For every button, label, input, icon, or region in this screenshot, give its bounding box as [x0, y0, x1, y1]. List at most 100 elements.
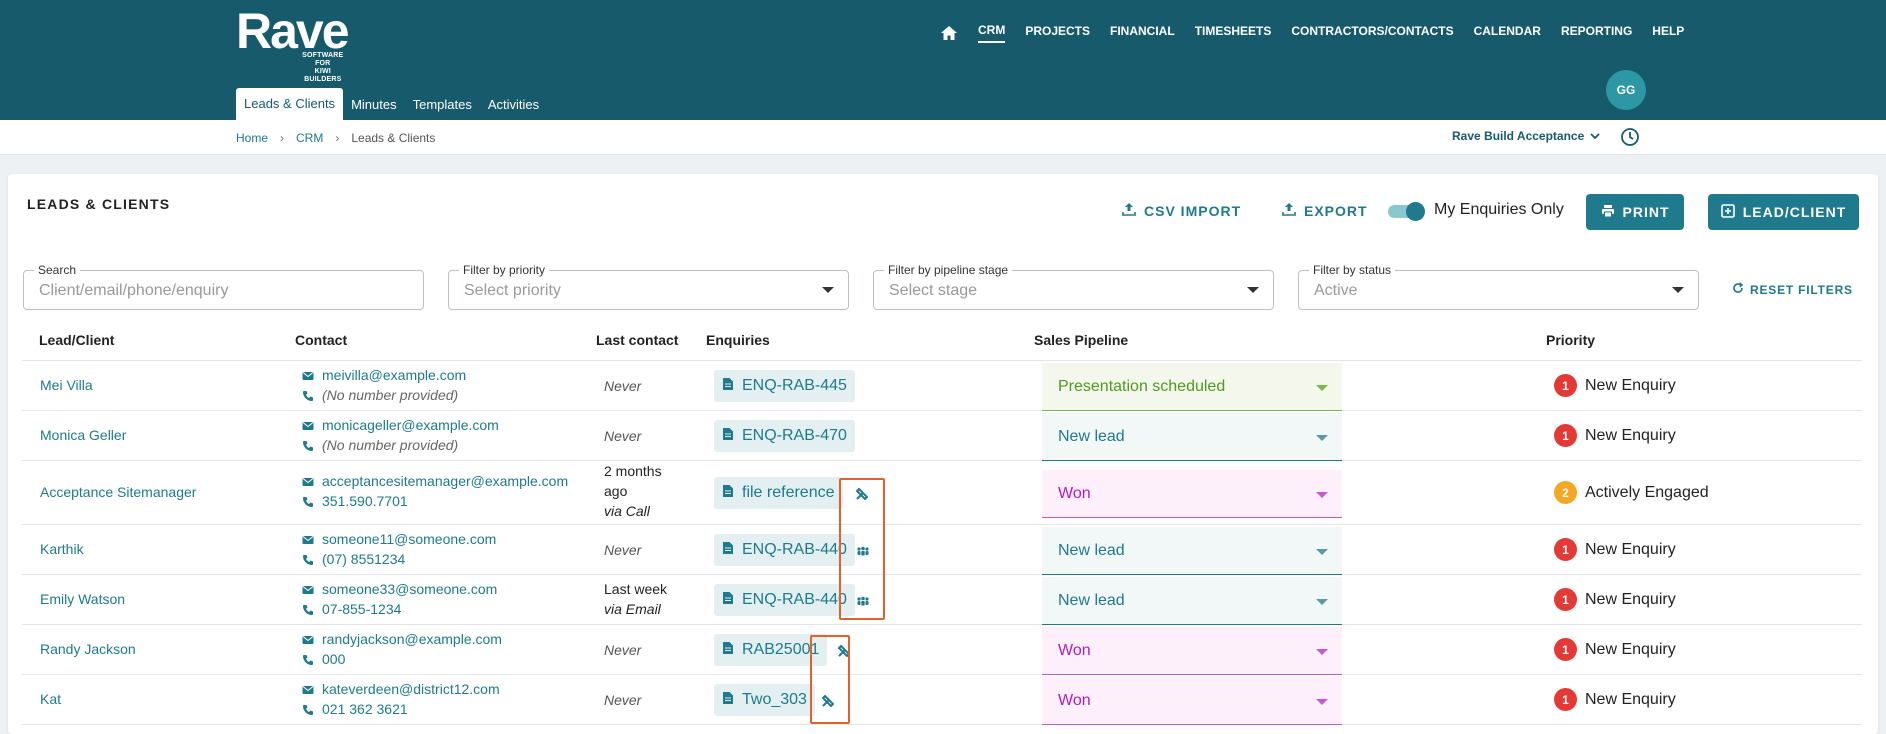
- search-input[interactable]: Search Client/email/phone/enquiry: [23, 263, 424, 310]
- last-contact-text: Last week: [604, 581, 668, 597]
- priority-cell: 2 Actively Engaged: [1554, 481, 1709, 504]
- nav-calendar[interactable]: CALENDAR: [1474, 24, 1541, 42]
- phone-number: (No number provided): [322, 387, 459, 403]
- home-icon[interactable]: [940, 25, 958, 41]
- enquiry-chip[interactable]: file reference: [714, 477, 843, 509]
- pipeline-value: New lead: [1058, 592, 1125, 609]
- nav-financial[interactable]: FINANCIAL: [1110, 24, 1175, 42]
- tab-templates[interactable]: Templates: [405, 90, 480, 120]
- client-name-link[interactable]: Kat: [40, 691, 61, 707]
- priority-filter-select[interactable]: Filter by priority Select priority: [448, 263, 849, 310]
- contact-cell: randyjackson@example.com 000: [302, 629, 502, 669]
- document-icon: [722, 641, 734, 660]
- nav-crm[interactable]: CRM: [978, 23, 1006, 43]
- nav-reporting[interactable]: REPORTING: [1561, 24, 1632, 42]
- email-icon: [302, 369, 314, 381]
- breadcrumb-separator: ›: [335, 131, 340, 145]
- user-avatar[interactable]: GG: [1606, 70, 1646, 110]
- email-link[interactable]: kateverdeen@district12.com: [322, 681, 500, 697]
- contact-cell: someone11@someone.com (07) 8551234: [302, 529, 496, 569]
- nav-projects[interactable]: PROJECTS: [1025, 24, 1090, 42]
- last-contact-text: Never: [604, 428, 642, 444]
- csv-import-button[interactable]: CSV IMPORT: [1122, 202, 1241, 219]
- sales-pipeline-select[interactable]: New lead: [1042, 577, 1342, 625]
- column-header-priority[interactable]: Priority: [1546, 332, 1595, 348]
- dropdown-arrow-icon: [1316, 599, 1328, 605]
- email-link[interactable]: meivilla@example.com: [322, 367, 466, 383]
- sales-pipeline-select[interactable]: New lead: [1042, 527, 1342, 575]
- email-icon: [302, 475, 314, 487]
- status-filter-select[interactable]: Filter by status Active: [1298, 263, 1699, 310]
- print-button[interactable]: PRINT: [1586, 194, 1684, 230]
- chevron-down-icon: [1590, 129, 1600, 143]
- column-header-lead-client[interactable]: Lead/Client: [39, 332, 114, 348]
- nav-contractors-contacts[interactable]: CONTRACTORS/CONTACTS: [1291, 24, 1453, 42]
- nav-timesheets[interactable]: TIMESHEETS: [1195, 24, 1272, 42]
- dropdown-arrow-icon: [1316, 649, 1328, 655]
- clock-icon[interactable]: [1620, 127, 1640, 147]
- column-header-sales-pipeline[interactable]: Sales Pipeline: [1034, 332, 1128, 348]
- my-enquiries-toggle[interactable]: [1386, 202, 1426, 221]
- email-link[interactable]: randyjackson@example.com: [322, 631, 502, 647]
- logo-tagline: SOFTWARE FOR KIWI BUILDERS: [302, 52, 344, 83]
- phone-number[interactable]: 351.590.7701: [322, 493, 408, 509]
- sales-pipeline-select[interactable]: New lead: [1042, 413, 1342, 461]
- pipeline-stage-filter-select[interactable]: Filter by pipeline stage Select stage: [873, 263, 1274, 310]
- sales-pipeline-select[interactable]: Won: [1042, 627, 1342, 675]
- email-link[interactable]: monicageller@example.com: [322, 417, 499, 433]
- tab-leads-clients[interactable]: Leads & Clients: [236, 88, 344, 120]
- nav-help[interactable]: HELP: [1652, 24, 1684, 42]
- breadcrumb-crm[interactable]: CRM: [296, 131, 323, 145]
- breadcrumb-current: Leads & Clients: [351, 131, 436, 145]
- last-contact-method: via Email: [604, 601, 661, 617]
- sales-pipeline-select[interactable]: Presentation scheduled: [1042, 363, 1342, 411]
- client-name-link[interactable]: Mei Villa: [40, 377, 93, 393]
- client-name-link[interactable]: Monica Geller: [40, 427, 126, 443]
- client-name-link[interactable]: Randy Jackson: [40, 641, 136, 657]
- last-contact-method: via Call: [604, 503, 650, 519]
- phone-icon: [302, 439, 314, 451]
- print-label: PRINT: [1622, 204, 1670, 220]
- sales-pipeline-select[interactable]: Won: [1042, 470, 1342, 518]
- add-lead-client-button[interactable]: LEAD/CLIENT: [1708, 194, 1859, 230]
- breadcrumb-separator: ›: [280, 131, 285, 145]
- column-header-enquiries[interactable]: Enquiries: [706, 332, 770, 348]
- enquiry-chip[interactable]: ENQ-RAB-445: [714, 370, 855, 402]
- tab-activities[interactable]: Activities: [480, 90, 547, 120]
- email-link[interactable]: acceptancesitemanager@example.com: [322, 473, 568, 489]
- phone-number[interactable]: (07) 8551234: [322, 551, 405, 567]
- enquiry-chip[interactable]: ENQ-RAB-440: [714, 584, 855, 616]
- sales-pipeline-select[interactable]: Won: [1042, 677, 1342, 725]
- email-link[interactable]: someone11@someone.com: [322, 531, 496, 547]
- column-header-last-contact[interactable]: Last contact: [596, 332, 678, 348]
- logo-wordmark: Rave: [236, 3, 350, 59]
- client-name-link[interactable]: Emily Watson: [40, 591, 125, 607]
- contact-cell: monicageller@example.com (No number prov…: [302, 415, 499, 455]
- priority-badge: 1: [1554, 638, 1577, 661]
- email-icon: [302, 633, 314, 645]
- priority-badge: 1: [1554, 424, 1577, 447]
- phone-number[interactable]: 021 362 3621: [322, 701, 408, 717]
- email-link[interactable]: someone33@someone.com: [322, 581, 497, 597]
- export-button[interactable]: EXPORT: [1282, 202, 1368, 219]
- client-name-link[interactable]: Karthik: [40, 541, 84, 557]
- phone-number[interactable]: 07-855-1234: [322, 601, 401, 617]
- enquiry-number: Two_303: [742, 691, 807, 708]
- enquiry-number: ENQ-RAB-470: [742, 427, 847, 444]
- column-header-contact[interactable]: Contact: [295, 332, 347, 348]
- enquiry-chip[interactable]: Two_303: [714, 684, 815, 716]
- enquiry-chip[interactable]: ENQ-RAB-440: [714, 534, 855, 566]
- rave-logo[interactable]: Rave SOFTWARE FOR KIWI BUILDERS: [236, 3, 350, 83]
- priority-badge: 2: [1554, 481, 1577, 504]
- priority-badge: 1: [1554, 374, 1577, 397]
- reset-filters-button[interactable]: RESET FILTERS: [1732, 282, 1853, 297]
- client-name-link[interactable]: Acceptance Sitemanager: [40, 484, 196, 500]
- tab-minutes[interactable]: Minutes: [343, 90, 405, 120]
- last-contact-text: 2 months ago: [604, 463, 662, 499]
- enquiry-chip[interactable]: ENQ-RAB-470: [714, 420, 855, 452]
- breadcrumb-home[interactable]: Home: [236, 131, 268, 145]
- printer-icon: [1601, 204, 1615, 221]
- organization-selector[interactable]: Rave Build Acceptance: [1452, 129, 1600, 143]
- phone-number[interactable]: 000: [322, 651, 345, 667]
- breadcrumb-bar: Home › CRM › Leads & Clients Rave Build …: [0, 120, 1886, 155]
